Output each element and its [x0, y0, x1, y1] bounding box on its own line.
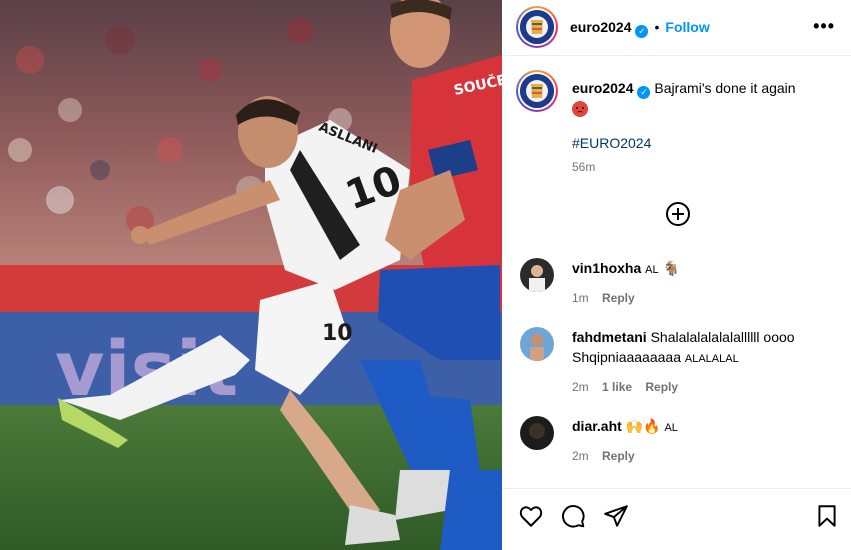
more-horizontal-icon[interactable]: •••	[813, 16, 835, 37]
caption-text: Bajrami's done it again	[654, 80, 796, 96]
account-avatar[interactable]	[516, 6, 558, 48]
comment-icon[interactable]	[560, 503, 586, 529]
commenter-avatar[interactable]	[520, 258, 554, 292]
comment-username[interactable]: fahdmetani	[572, 329, 647, 345]
post-header: euro2024 ✓ • Follow •••	[502, 0, 851, 56]
shorts-number: 10	[322, 321, 353, 346]
football-photo: visit 10 ASLLANI 10 SOUČEK	[0, 0, 502, 550]
action-bar	[502, 488, 851, 550]
verified-badge-icon: ✓	[635, 25, 649, 38]
comment-text-small: ALALALAL	[684, 353, 739, 365]
caption-avatar[interactable]	[516, 70, 558, 112]
reply-button[interactable]: Reply	[645, 380, 678, 394]
euro2024-logo	[520, 74, 554, 108]
comment-time[interactable]: 2m	[572, 380, 589, 394]
angry-face-emoji	[572, 101, 588, 117]
reply-button[interactable]: Reply	[602, 449, 635, 463]
comment-text: AL	[645, 264, 659, 276]
hashtag-link[interactable]: #EURO2024	[572, 135, 651, 151]
comment-username[interactable]: vin1hoxha	[572, 260, 641, 276]
caption: euro2024 ✓ Bajrami's done it again	[572, 78, 842, 119]
comment-likes[interactable]: 1 like	[602, 380, 632, 394]
euro2024-logo	[520, 10, 554, 44]
bookmark-icon[interactable]	[814, 503, 840, 529]
heart-icon[interactable]	[518, 503, 544, 529]
post-photo[interactable]: visit 10 ASLLANI 10 SOUČEK	[0, 0, 502, 550]
caption-username[interactable]: euro2024	[572, 80, 633, 96]
share-icon[interactable]	[603, 503, 629, 529]
comment-time[interactable]: 1m	[572, 291, 589, 305]
post-side-panel: euro2024 ✓ • Follow ••• euro2024 ✓ Bajrami's…	[502, 0, 851, 550]
load-more-comments-icon[interactable]	[666, 202, 690, 226]
reply-button[interactable]: Reply	[602, 291, 635, 305]
hands-fire-emoji: 🙌🔥	[625, 418, 661, 434]
post-time[interactable]: 56m	[572, 160, 595, 174]
commenter-avatar[interactable]	[520, 416, 554, 450]
goat-emoji: 🐐	[662, 260, 680, 276]
comment-text: AL	[664, 422, 678, 434]
comment-time[interactable]: 2m	[572, 449, 589, 463]
header-username[interactable]: euro2024	[570, 19, 631, 35]
separator-dot: •	[654, 19, 660, 35]
comment-username[interactable]: diar.aht	[572, 418, 622, 434]
commenter-avatar[interactable]	[520, 327, 554, 361]
follow-button[interactable]: Follow	[665, 19, 709, 35]
verified-badge-icon: ✓	[637, 86, 651, 99]
